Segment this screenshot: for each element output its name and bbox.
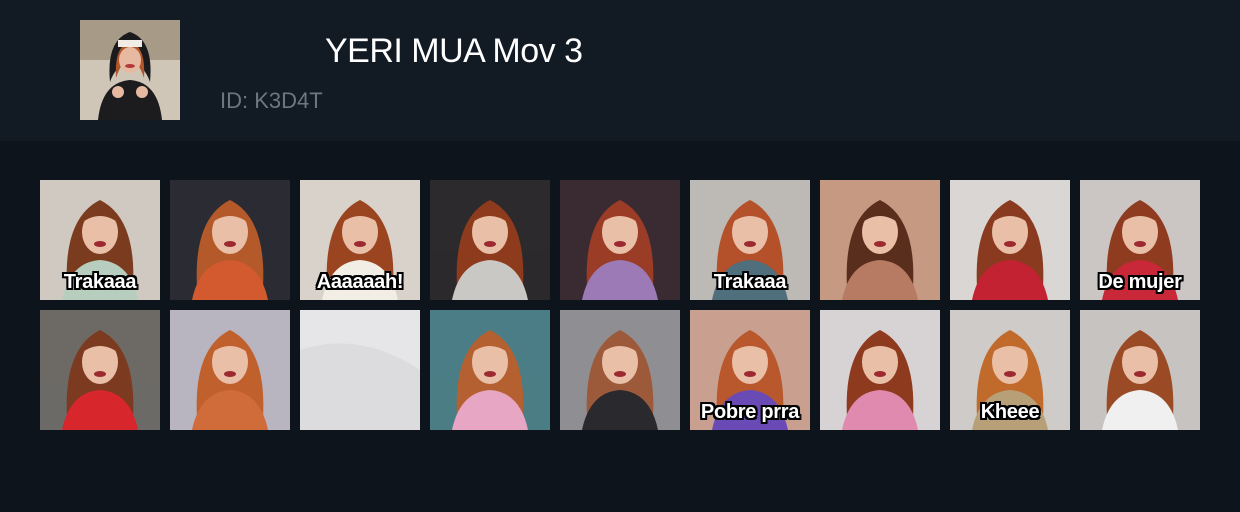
video-thumbnail-icon [1080, 310, 1200, 430]
video-thumbnail-icon [40, 310, 160, 430]
video-tile[interactable] [170, 310, 290, 430]
video-tile[interactable]: Aaaaaah! [300, 180, 420, 300]
video-tile[interactable]: Pobre prra [690, 310, 810, 430]
video-tile[interactable] [1080, 310, 1200, 430]
video-tile[interactable] [430, 180, 550, 300]
video-thumbnail-icon [300, 310, 420, 430]
video-tile[interactable]: De mujer [1080, 180, 1200, 300]
video-thumbnail-icon [430, 180, 550, 300]
video-caption: De mujer [1098, 271, 1182, 293]
video-tile[interactable]: Trakaaa [690, 180, 810, 300]
profile-header: YERI MUA Mov 3 ID: K3D4T [0, 0, 1240, 141]
video-thumbnail-icon [820, 180, 940, 300]
video-tile[interactable] [560, 180, 680, 300]
video-thumbnail-icon [560, 310, 680, 430]
video-caption: Trakaaa [713, 271, 787, 293]
video-grid: Trakaaa Aaaaaah! Trakaaa De mujer Pobre prra… [40, 180, 1200, 430]
video-thumbnail-icon [820, 310, 940, 430]
video-thumbnail-icon [560, 180, 680, 300]
video-tile[interactable] [300, 310, 420, 430]
video-caption: Kheee [980, 401, 1040, 423]
video-thumbnail-icon [430, 310, 550, 430]
video-thumbnail-icon [170, 310, 290, 430]
video-tile[interactable] [950, 180, 1070, 300]
video-tile[interactable] [820, 310, 940, 430]
video-tile[interactable] [430, 310, 550, 430]
video-caption: Trakaaa [63, 271, 137, 293]
profile-photo-icon [80, 20, 180, 120]
video-caption: Pobre prra [700, 401, 800, 423]
video-tile[interactable]: Trakaaa [40, 180, 160, 300]
video-tile[interactable] [170, 180, 290, 300]
video-tile[interactable] [40, 310, 160, 430]
video-tile[interactable]: Kheee [950, 310, 1070, 430]
video-thumbnail-icon [170, 180, 290, 300]
profile-avatar[interactable] [80, 20, 180, 120]
video-tile[interactable] [560, 310, 680, 430]
video-caption: Aaaaaah! [316, 271, 404, 293]
profile-id: ID: K3D4T [220, 88, 323, 113]
video-tile[interactable] [820, 180, 940, 300]
video-thumbnail-icon [950, 180, 1070, 300]
profile-title: YERI MUA Mov 3 [325, 32, 583, 70]
